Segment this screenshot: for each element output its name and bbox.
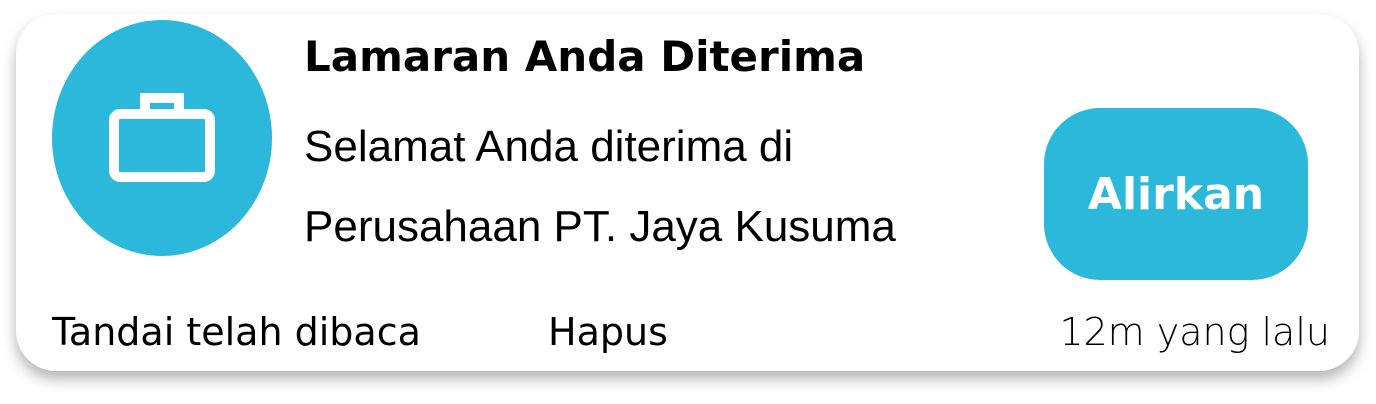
notification-avatar <box>52 20 272 256</box>
alirkan-button[interactable]: Alirkan <box>1044 108 1308 280</box>
briefcase-icon <box>109 88 215 189</box>
delete-link[interactable]: Hapus <box>548 310 668 354</box>
notification-message-line2: Perusahaan PT. Jaya Kusuma <box>304 202 896 251</box>
mark-as-read-link[interactable]: Tandai telah dibaca <box>52 310 421 354</box>
notification-message-line1: Selamat Anda diterima di <box>304 122 794 171</box>
notification-timestamp: 12m yang lalu <box>1059 310 1330 354</box>
notification-title: Lamaran Anda Diterima <box>304 32 866 81</box>
